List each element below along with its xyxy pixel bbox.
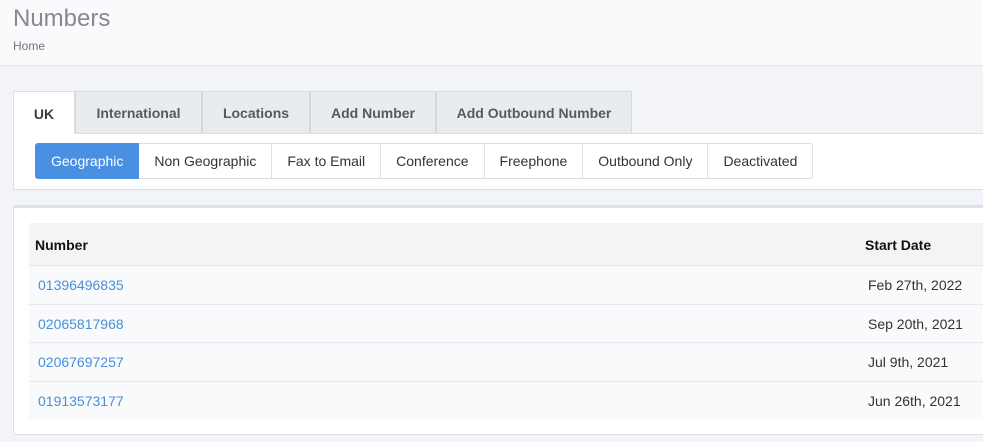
number-link[interactable]: 02065817968 <box>38 305 124 343</box>
column-header-start-date[interactable]: Start Date <box>865 223 931 266</box>
tab-uk[interactable]: UK <box>13 91 75 135</box>
tab-international[interactable]: International <box>75 91 202 133</box>
start-date: Feb 27th, 2022 <box>868 277 963 293</box>
subtab-fax-to-email[interactable]: Fax to Email <box>272 143 382 179</box>
numbers-table: Number Start Date 01396496835 Feb 27th, … <box>29 223 983 420</box>
start-date: Jul 9th, 2021 <box>868 354 949 370</box>
number-link[interactable]: 01913573177 <box>38 382 124 420</box>
table-row: 02065817968 Sep 20th, 2021 <box>29 304 983 343</box>
column-header-number[interactable]: Number <box>35 223 88 266</box>
subtab-conference[interactable]: Conference <box>381 143 485 179</box>
tab-add-outbound-number[interactable]: Add Outbound Number <box>436 91 632 133</box>
subtab-group: Geographic Non Geographic Fax to Email C… <box>35 143 814 179</box>
subtab-non-geographic[interactable]: Non Geographic <box>139 143 273 179</box>
page-title: Numbers <box>13 5 111 32</box>
subtab-geographic[interactable]: Geographic <box>35 143 140 179</box>
page-header: Numbers Home <box>0 0 983 66</box>
table-row: 01396496835 Feb 27th, 2022 <box>29 266 983 305</box>
tab-add-number[interactable]: Add Number <box>310 91 436 133</box>
subtab-freephone[interactable]: Freephone <box>484 143 584 179</box>
subtab-outbound-only[interactable]: Outbound Only <box>583 143 709 179</box>
tab-bar: UK International Locations Add Number Ad… <box>13 91 983 135</box>
subtab-deactivated[interactable]: Deactivated <box>708 143 814 179</box>
table-row: 01913573177 Jun 26th, 2021 <box>29 381 983 420</box>
number-link[interactable]: 02067697257 <box>38 343 124 381</box>
tabs-panel: UK International Locations Add Number Ad… <box>13 91 983 190</box>
numbers-table-panel: Number Start Date 01396496835 Feb 27th, … <box>13 205 983 435</box>
tab-locations[interactable]: Locations <box>202 91 310 133</box>
table-row: 02067697257 Jul 9th, 2021 <box>29 343 983 382</box>
table-header: Number Start Date <box>29 223 983 266</box>
breadcrumb-home[interactable]: Home <box>13 39 45 53</box>
subtabs-area: Geographic Non Geographic Fax to Email C… <box>13 134 983 190</box>
number-link[interactable]: 01396496835 <box>38 266 124 304</box>
start-date: Sep 20th, 2021 <box>868 315 963 332</box>
start-date: Jun 26th, 2021 <box>868 392 961 409</box>
